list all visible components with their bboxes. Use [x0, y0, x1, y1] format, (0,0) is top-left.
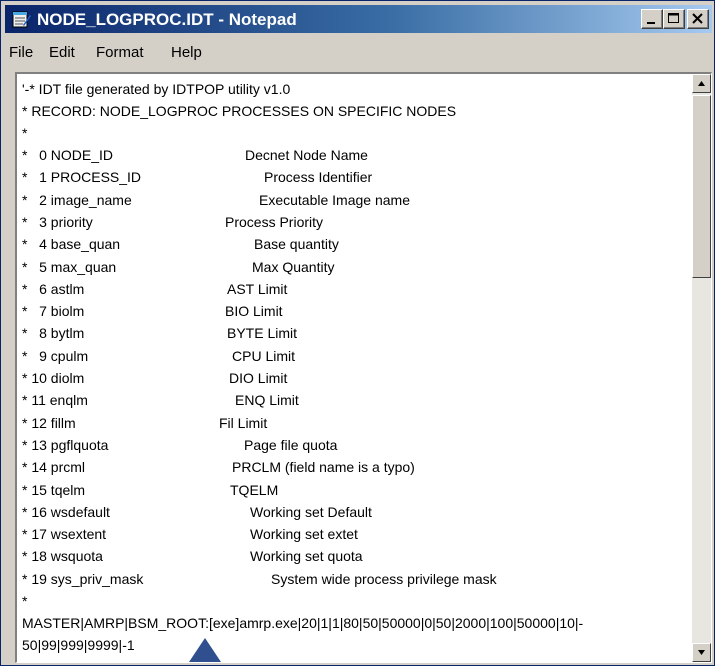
field-description: Base quantity	[254, 236, 339, 253]
field-description: Max Quantity	[252, 258, 335, 275]
menu-format[interactable]: Format	[96, 44, 144, 61]
minimize-icon	[647, 22, 655, 24]
window-title: NODE_LOGPROC.IDT - Notepad	[37, 10, 297, 29]
maximize-button[interactable]	[663, 9, 685, 29]
menu-bar: File Edit Format Help	[5, 37, 712, 67]
field-name: * 4 base_quan	[22, 236, 121, 253]
field-name: * 8 bytlm	[22, 325, 85, 342]
trailer-line: 50|99|999|9999|-1	[22, 637, 135, 653]
field-name: * 11 enqlm	[22, 392, 88, 409]
scroll-down-button[interactable]	[692, 643, 711, 662]
scroll-thumb[interactable]	[692, 95, 711, 278]
field-description: CPU Limit	[232, 347, 296, 364]
field-name: * 12 fillm	[22, 414, 76, 431]
scroll-down-arrow	[698, 650, 705, 655]
field-name: * 19 sys_priv_mask	[22, 570, 144, 587]
field-name: * 15 tqelm	[22, 481, 86, 498]
field-description: Executable Image name	[259, 191, 410, 208]
menu-file[interactable]: File	[9, 44, 33, 61]
field-description: DIO Limit	[229, 370, 288, 386]
notepad-icon	[12, 11, 31, 28]
field-name: * 10 diolm	[22, 370, 85, 386]
field-description: Process Priority	[225, 213, 324, 230]
field-name: * 9 cpulm	[22, 347, 89, 364]
field-description: Process Identifier	[264, 169, 373, 186]
scroll-up-button[interactable]	[692, 74, 711, 93]
field-description: Working set Default	[250, 503, 372, 520]
vertical-scrollbar[interactable]	[692, 74, 711, 662]
field-name: * 1 PROCESS_ID	[22, 169, 142, 186]
maximize-icon	[668, 13, 679, 23]
field-description: Decnet Node Name	[245, 147, 368, 163]
minimize-button[interactable]	[641, 9, 663, 29]
field-description: PRCLM (field name is a typo)	[232, 459, 415, 476]
field-name: * 2 image_name	[22, 191, 132, 208]
field-name: * 17 wsextent	[22, 526, 107, 543]
scroll-up-arrow	[698, 81, 705, 86]
field-name: * 13 pgflquota	[22, 436, 109, 453]
field-name: * 0 NODE_ID	[22, 147, 114, 163]
field-description: BYTE Limit	[227, 325, 298, 342]
trailer-line: MASTER|AMRP|BSM_ROOT:[exe]amrp.exe|20|1|…	[22, 615, 584, 631]
pointer-arrow-icon	[189, 638, 221, 662]
field-description: AST Limit	[227, 280, 288, 297]
field-name: * 7 biolm	[22, 303, 85, 320]
header-line: '-* IDT file generated by IDTPOP utility…	[22, 81, 291, 97]
field-name: * 18 wsquota	[22, 548, 103, 565]
close-icon	[692, 13, 703, 24]
field-name: * 16 wsdefault	[22, 503, 110, 520]
header-line: * RECORD: NODE_LOGPROC PROCESSES ON SPEC…	[22, 103, 457, 119]
close-button[interactable]	[687, 9, 709, 29]
header-line: *	[22, 125, 28, 141]
field-description: Page file quota	[244, 436, 338, 453]
field-name: * 14 prcml	[22, 459, 86, 476]
notepad-window: NODE_LOGPROC.IDT - Notepad File Edit For…	[0, 0, 715, 666]
field-description: ENQ Limit	[235, 392, 299, 409]
text-content[interactable]: '-* IDT file generated by IDTPOP utility…	[17, 74, 693, 662]
field-description: Working set extet	[250, 526, 358, 543]
title-bar[interactable]: NODE_LOGPROC.IDT - Notepad	[5, 5, 712, 33]
trailer-line: *	[22, 593, 28, 609]
field-description: TQELM	[230, 481, 279, 498]
field-description: BIO Limit	[225, 303, 283, 320]
field-description: System wide process privilege mask	[271, 570, 497, 587]
menu-help[interactable]: Help	[171, 44, 202, 61]
field-description: Working set quota	[250, 548, 363, 565]
field-name: * 5 max_quan	[22, 258, 117, 275]
text-editor[interactable]: '-* IDT file generated by IDTPOP utility…	[15, 72, 712, 663]
menu-edit[interactable]: Edit	[49, 44, 75, 61]
field-name: * 6 astlm	[22, 280, 85, 297]
field-name: * 3 priority	[22, 213, 93, 230]
field-description: Fil Limit	[219, 414, 268, 431]
